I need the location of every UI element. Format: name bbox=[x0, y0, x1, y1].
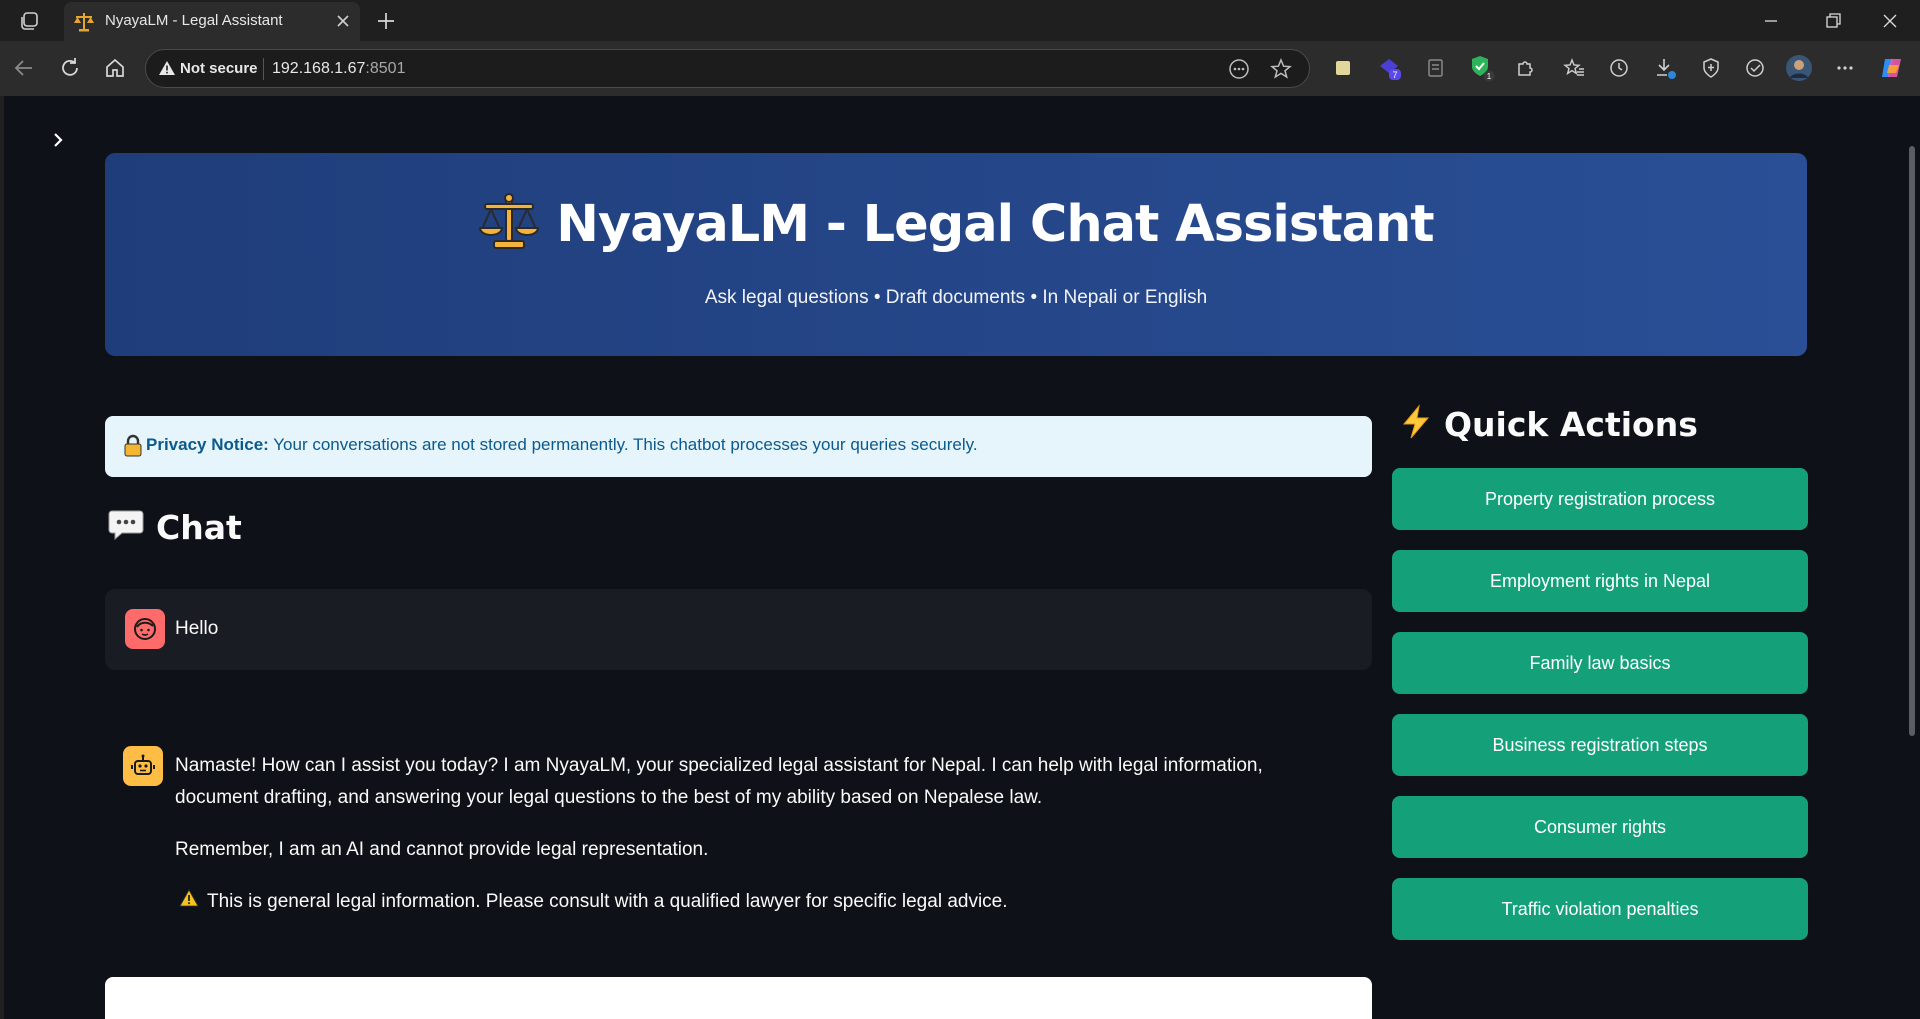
extensions-puzzle-icon[interactable] bbox=[1511, 54, 1539, 82]
address-bar[interactable]: Not secure 192.168.1.67:8501 bbox=[145, 49, 1310, 88]
minimize-icon[interactable] bbox=[1759, 10, 1783, 32]
svg-text:1: 1 bbox=[1487, 72, 1492, 81]
purple-extension-icon[interactable]: 7 bbox=[1375, 54, 1403, 82]
tab-actions-icon[interactable] bbox=[18, 9, 44, 33]
browser-tab-active[interactable]: NyayaLM - Legal Assistant bbox=[64, 2, 360, 41]
robot-icon bbox=[123, 746, 163, 786]
header-title-row: NyayaLM - Legal Chat Assistant bbox=[105, 191, 1807, 258]
balance-scale-icon bbox=[73, 12, 95, 32]
more-options-icon[interactable] bbox=[1831, 54, 1859, 82]
lock-icon bbox=[123, 434, 143, 458]
favorite-star-icon[interactable] bbox=[1270, 58, 1292, 80]
assistant-paragraph: Remember, I am an AI and cannot provide … bbox=[175, 839, 709, 860]
user-message: Hello bbox=[105, 589, 1372, 670]
sidebar-expand-chevron-icon[interactable] bbox=[44, 126, 72, 154]
privacy-notice-text: Privacy Notice: Your conversations are n… bbox=[146, 435, 978, 454]
quick-action-button[interactable]: Family law basics bbox=[1392, 632, 1808, 694]
user-face-icon bbox=[125, 609, 165, 649]
tab-title: NyayaLM - Legal Assistant bbox=[105, 12, 283, 29]
page-title: NyayaLM - Legal Chat Assistant bbox=[556, 195, 1434, 254]
svg-text:7: 7 bbox=[1392, 70, 1397, 80]
app-viewport: NyayaLM - Legal Chat Assistant Ask legal… bbox=[4, 96, 1920, 1019]
home-icon[interactable] bbox=[102, 55, 128, 81]
chat-heading: Chat bbox=[108, 508, 242, 547]
lightning-icon bbox=[1398, 404, 1434, 445]
quick-action-button[interactable]: Employment rights in Nepal bbox=[1392, 550, 1808, 612]
close-window-icon[interactable] bbox=[1878, 10, 1902, 32]
security-status[interactable]: Not secure bbox=[180, 60, 258, 77]
performance-icon[interactable] bbox=[1741, 54, 1769, 82]
reload-icon[interactable] bbox=[57, 55, 83, 81]
profile-avatar[interactable] bbox=[1785, 54, 1813, 82]
balance-scale-icon bbox=[478, 191, 540, 258]
quick-action-button[interactable]: Business registration steps bbox=[1392, 714, 1808, 776]
warning-icon bbox=[158, 60, 176, 76]
page-scrollbar[interactable] bbox=[1909, 146, 1915, 736]
assistant-disclaimer: This is general legal information. Pleas… bbox=[175, 886, 1345, 918]
speech-bubble-icon bbox=[108, 508, 144, 547]
favorites-icon[interactable] bbox=[1560, 54, 1588, 82]
assistant-message: Namaste! How can I assist you today? I a… bbox=[175, 750, 1345, 918]
collections-icon[interactable] bbox=[1421, 54, 1449, 82]
restore-icon[interactable] bbox=[1821, 10, 1845, 32]
downloads-icon[interactable] bbox=[1651, 54, 1679, 82]
browser-toolbar: Not secure 192.168.1.67:8501 7 1 bbox=[0, 41, 1920, 96]
chat-input[interactable] bbox=[105, 977, 1372, 1019]
quick-action-button[interactable]: Property registration process bbox=[1392, 468, 1808, 530]
browser-tab-bar: NyayaLM - Legal Assistant bbox=[0, 0, 1920, 41]
page-subtitle: Ask legal questions • Draft documents • … bbox=[704, 287, 1208, 308]
header-banner: NyayaLM - Legal Chat Assistant Ask legal… bbox=[105, 153, 1807, 356]
reader-more-icon[interactable] bbox=[1228, 58, 1250, 80]
new-tab-icon[interactable] bbox=[374, 9, 398, 33]
shield-extension-icon[interactable]: 1 bbox=[1467, 54, 1495, 82]
back-icon[interactable] bbox=[11, 55, 37, 81]
notes-extension-icon[interactable] bbox=[1329, 54, 1357, 82]
quick-action-button[interactable]: Traffic violation penalties bbox=[1392, 878, 1808, 940]
url-text[interactable]: 192.168.1.67:8501 bbox=[272, 60, 405, 78]
history-icon[interactable] bbox=[1605, 54, 1633, 82]
divider bbox=[263, 58, 264, 80]
quick-actions-heading: Quick Actions bbox=[1398, 404, 1698, 445]
browser-essentials-icon[interactable] bbox=[1697, 54, 1725, 82]
assistant-paragraph: Namaste! How can I assist you today? I a… bbox=[175, 755, 1263, 808]
privacy-notice: Privacy Notice: Your conversations are n… bbox=[105, 416, 1372, 477]
warning-icon bbox=[179, 886, 199, 918]
close-tab-icon[interactable] bbox=[334, 12, 352, 30]
copilot-icon[interactable] bbox=[1878, 54, 1906, 82]
quick-action-button[interactable]: Consumer rights bbox=[1392, 796, 1808, 858]
user-message-text: Hello bbox=[175, 618, 219, 639]
